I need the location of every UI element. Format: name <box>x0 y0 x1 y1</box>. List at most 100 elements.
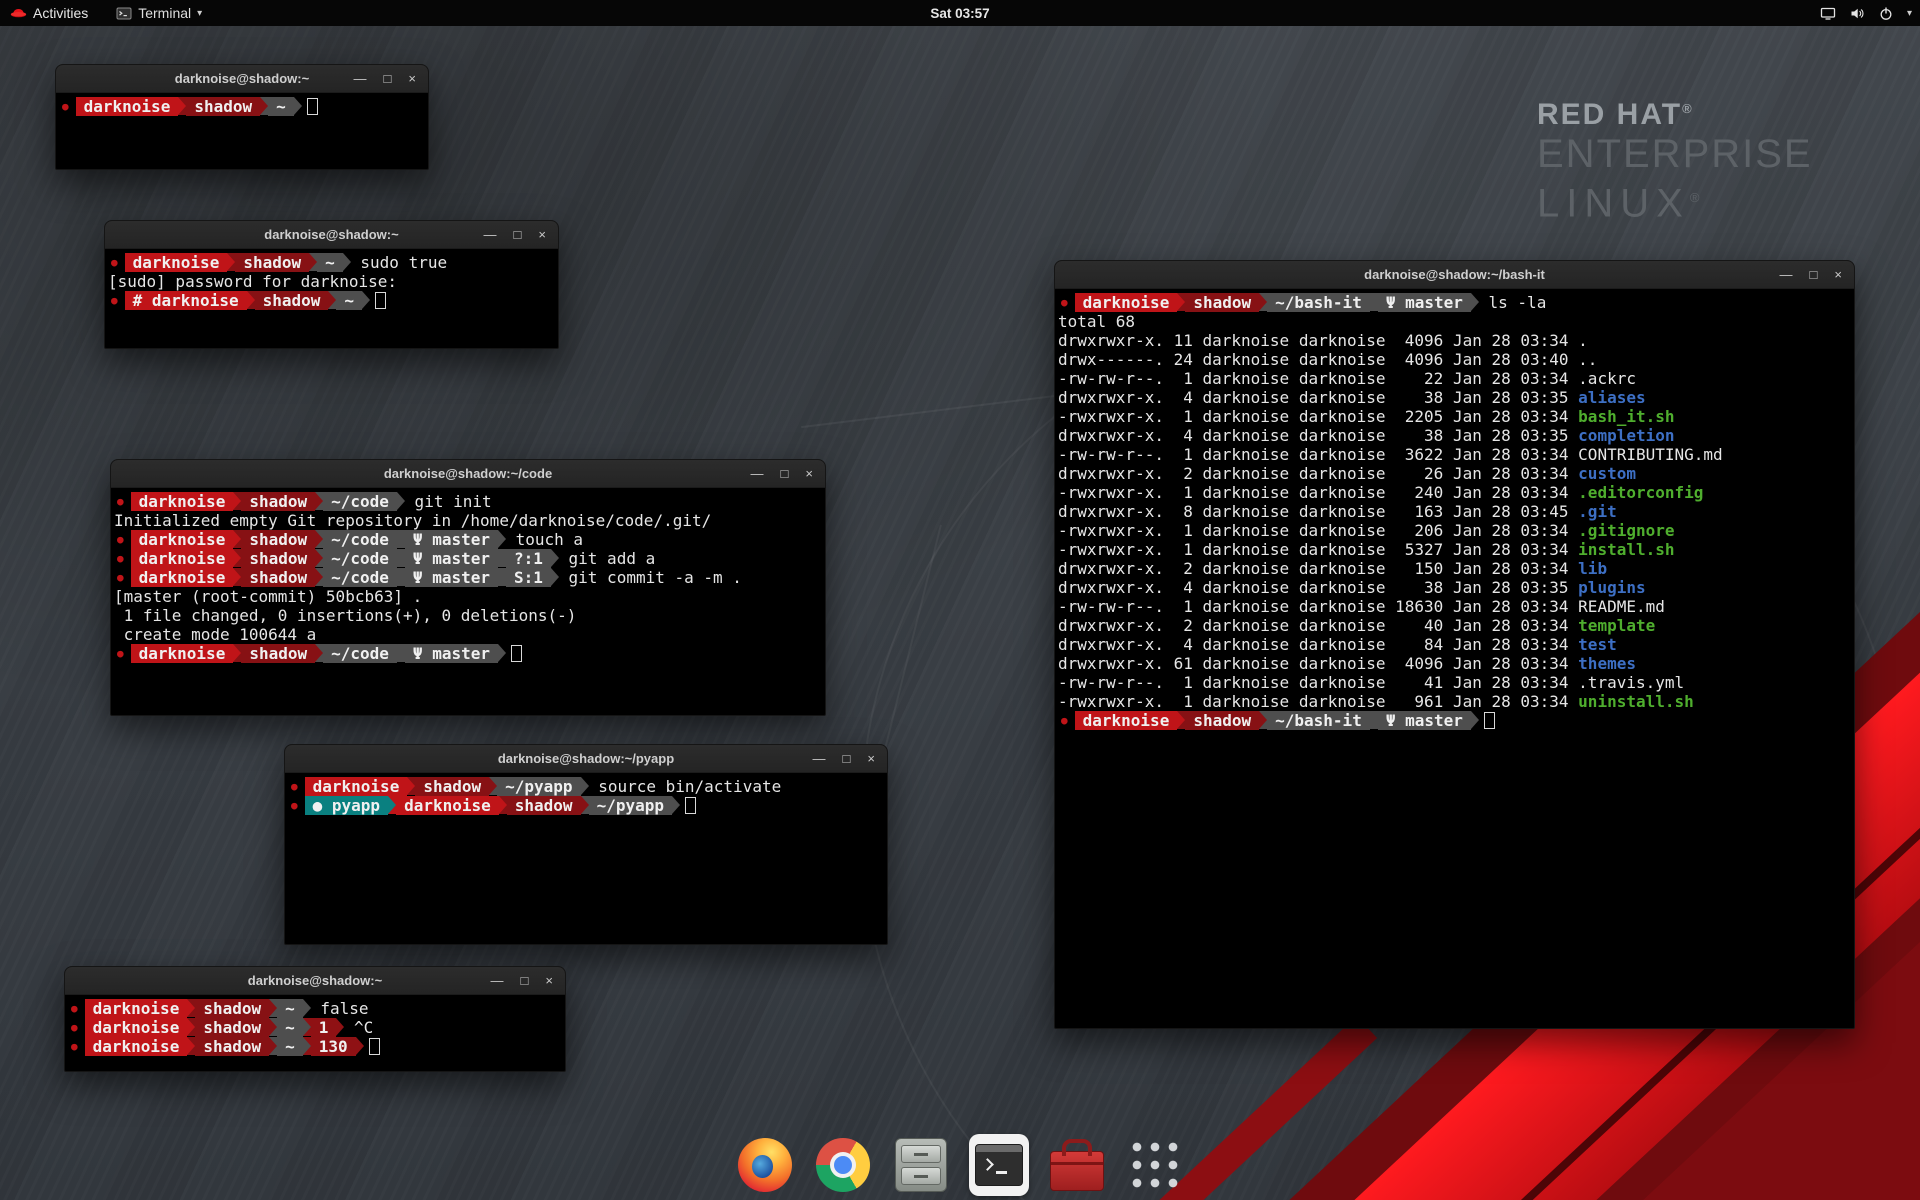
terminal-line: drwxrwxr-x. 11 darknoise darknoise 4096 … <box>1058 331 1851 350</box>
dock-toolbox[interactable] <box>1047 1134 1107 1196</box>
dock-show-applications[interactable] <box>1125 1134 1185 1196</box>
terminal-screen[interactable]: ●darknoiseshadow~/bash-itΨ master ls -la… <box>1055 289 1854 1028</box>
terminal-window-bash-it: darknoise@shadow:~/bash-it — □ × ●darkno… <box>1054 260 1855 1029</box>
terminal-line: ●darknoiseshadow~ sudo true <box>108 253 555 272</box>
powerline-arrow <box>498 644 506 662</box>
titlebar[interactable]: darknoise@shadow:~/pyapp — □ × <box>285 745 887 773</box>
titlebar[interactable]: darknoise@shadow:~ — □ × <box>65 967 565 995</box>
maximize-button[interactable]: □ <box>384 72 392 85</box>
close-button[interactable]: × <box>545 974 553 987</box>
seg-icon: ● <box>114 644 131 663</box>
terminal-screen[interactable]: ●darknoiseshadow~/pyapp source bin/activ… <box>285 773 887 944</box>
powerline-arrow <box>362 291 370 309</box>
seg-host: shadow <box>255 291 329 310</box>
system-status-area[interactable]: ▾ <box>1820 0 1912 26</box>
seg-user: darknoise <box>85 999 188 1018</box>
dock-chrome[interactable] <box>813 1134 873 1196</box>
dock-firefox[interactable] <box>735 1134 795 1196</box>
close-button[interactable]: × <box>408 72 416 85</box>
seg-git: Ψ master <box>1378 711 1471 730</box>
seg-path: ~/code <box>323 644 397 663</box>
minimize-button[interactable]: — <box>1780 268 1793 281</box>
minimize-button[interactable]: — <box>354 72 367 85</box>
seg-dir: custom <box>1578 464 1636 483</box>
terminal-line: total 68 <box>1058 312 1851 331</box>
dock-terminal-active[interactable] <box>969 1134 1029 1196</box>
titlebar[interactable]: darknoise@shadow:~/code — □ × <box>111 460 825 488</box>
redhat-icon <box>10 6 27 20</box>
seg-out: -rwxrwxr-x. 1 darknoise darknoise 961 Ja… <box>1058 692 1578 711</box>
window-title: darknoise@shadow:~ <box>264 227 398 242</box>
powerline-arrow <box>397 492 405 510</box>
seg-path: ~/pyapp <box>497 777 580 796</box>
titlebar[interactable]: darknoise@shadow:~ — □ × <box>56 65 428 93</box>
terminal-line: ●● pyappdarknoiseshadow~/pyapp <box>288 796 884 815</box>
seg-path: ~/pyapp <box>589 796 672 815</box>
terminal-line: ●darknoiseshadow~1 ^C <box>68 1018 562 1037</box>
titlebar[interactable]: darknoise@shadow:~/bash-it — □ × <box>1055 261 1854 289</box>
close-button[interactable]: × <box>1834 268 1842 281</box>
window-controls: — □ × <box>1780 261 1842 288</box>
powerline-arrow <box>581 796 589 814</box>
terminal-line: ●darknoiseshadow~/pyapp source bin/activ… <box>288 777 884 796</box>
seg-icon: ● <box>59 97 76 116</box>
maximize-button[interactable]: □ <box>781 467 789 480</box>
terminal-screen[interactable]: ●darknoiseshadow~ false●darknoiseshadow~… <box>65 995 565 1071</box>
seg-icon: ● <box>108 253 125 272</box>
powerline-arrow <box>328 291 336 309</box>
seg-dir: themes <box>1578 654 1636 673</box>
activities-button[interactable]: Activities <box>10 5 88 21</box>
powerline-arrow <box>269 1037 277 1055</box>
seg-out: drwxrwxr-x. 4 darknoise darknoise 38 Jan… <box>1058 388 1578 407</box>
maximize-button[interactable]: □ <box>1810 268 1818 281</box>
volume-icon[interactable] <box>1849 6 1865 21</box>
clock[interactable]: Sat 03:57 <box>0 6 1920 21</box>
minimize-button[interactable]: — <box>491 974 504 987</box>
display-icon[interactable] <box>1820 6 1836 21</box>
powerline-arrow <box>309 253 317 271</box>
seg-path: ~ <box>336 291 362 310</box>
terminal-line: [sudo] password for darknoise: <box>108 272 555 291</box>
seg-out: 1 file changed, 0 insertions(+), 0 delet… <box>114 606 576 625</box>
seg-out: drwxrwxr-x. 2 darknoise darknoise 150 Ja… <box>1058 559 1578 578</box>
seg-out: total 68 <box>1058 312 1135 331</box>
app-menu-terminal[interactable]: Terminal ▾ <box>116 5 202 21</box>
seg-host: shadow <box>415 777 489 796</box>
seg-git: Ψ master <box>405 644 498 663</box>
maximize-button[interactable]: □ <box>843 752 851 765</box>
seg-icon: ● <box>68 1037 85 1056</box>
minimize-button[interactable]: — <box>484 228 497 241</box>
seg-path: ~/code <box>323 568 397 587</box>
close-button[interactable]: × <box>538 228 546 241</box>
powerline-arrow <box>343 253 351 271</box>
seg-user: darknoise <box>305 777 408 796</box>
seg-path: ~ <box>277 999 303 1018</box>
close-button[interactable]: × <box>805 467 813 480</box>
rhel-logo-redhat: RED HAT® <box>1537 98 1813 132</box>
terminal-line: ●darknoiseshadow~ false <box>68 999 562 1018</box>
window-title: darknoise@shadow:~/code <box>384 466 552 481</box>
seg-exit: 1 <box>311 1018 337 1037</box>
terminal-screen[interactable]: ●darknoiseshadow~ sudo true[sudo] passwo… <box>105 249 558 348</box>
close-button[interactable]: × <box>867 752 875 765</box>
seg-status: S:1 <box>506 568 551 587</box>
seg-exe: .editorconfig <box>1578 483 1703 502</box>
titlebar[interactable]: darknoise@shadow:~ — □ × <box>105 221 558 249</box>
seg-exe: uninstall.sh <box>1578 692 1694 711</box>
seg-dir: lib <box>1578 559 1607 578</box>
power-icon[interactable] <box>1878 6 1894 21</box>
seg-out: -rw-rw-r--. 1 darknoise darknoise 3622 J… <box>1058 445 1578 464</box>
maximize-button[interactable]: □ <box>521 974 529 987</box>
terminal-screen[interactable]: ●darknoiseshadow~/code git initInitializ… <box>111 488 825 715</box>
terminal-screen[interactable]: ●darknoiseshadow~ <box>56 93 428 169</box>
seg-path: ~/code <box>323 492 397 511</box>
minimize-button[interactable]: — <box>813 752 826 765</box>
seg-user: darknoise <box>396 796 499 815</box>
powerline-arrow <box>407 777 415 795</box>
dock-files[interactable] <box>891 1134 951 1196</box>
toolbox-icon <box>1050 1151 1104 1191</box>
minimize-button[interactable]: — <box>751 467 764 480</box>
rhel-logo: RED HAT® ENTERPRISE LINUX® <box>1537 98 1813 225</box>
maximize-button[interactable]: □ <box>514 228 522 241</box>
powerline-arrow <box>397 644 405 662</box>
